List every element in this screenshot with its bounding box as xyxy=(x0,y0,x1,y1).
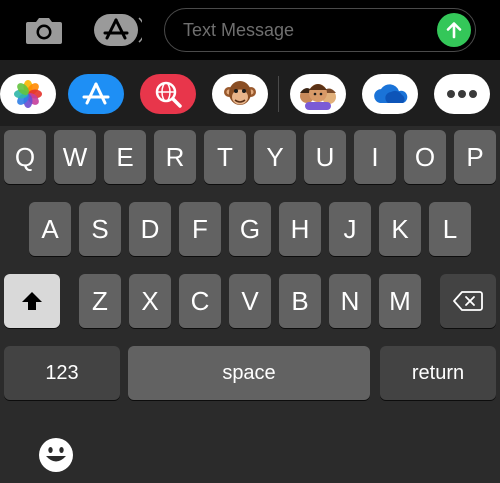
key-t[interactable]: T xyxy=(204,130,246,184)
more-apps-button[interactable] xyxy=(434,74,490,114)
memoji-app-button[interactable] xyxy=(212,74,268,114)
memoji-stickers-icon xyxy=(300,84,336,110)
app-store-app-button[interactable] xyxy=(68,74,124,114)
delete-icon xyxy=(453,291,483,311)
message-input[interactable] xyxy=(181,9,425,52)
message-field[interactable] xyxy=(164,8,476,52)
memoji-stickers-app-button[interactable] xyxy=(290,74,346,114)
key-z[interactable]: Z xyxy=(79,274,121,328)
key-i[interactable]: I xyxy=(354,130,396,184)
delete-key[interactable] xyxy=(440,274,496,328)
key-p[interactable]: P xyxy=(454,130,496,184)
monkey-memoji-icon xyxy=(224,81,256,105)
key-n[interactable]: N xyxy=(329,274,371,328)
key-w[interactable]: W xyxy=(54,130,96,184)
key-f[interactable]: F xyxy=(179,202,221,256)
key-v[interactable]: V xyxy=(229,274,271,328)
key-l[interactable]: L xyxy=(429,202,471,256)
photos-app-button[interactable] xyxy=(0,74,56,114)
space-key[interactable]: space xyxy=(128,346,370,400)
key-s[interactable]: S xyxy=(79,202,121,256)
key-x[interactable]: X xyxy=(129,274,171,328)
return-key[interactable]: return xyxy=(380,346,496,400)
key-q[interactable]: Q xyxy=(4,130,46,184)
emoji-icon xyxy=(39,438,73,472)
key-a[interactable]: A xyxy=(29,202,71,256)
apps-toggle-button[interactable] xyxy=(92,11,142,49)
key-u[interactable]: U xyxy=(304,130,346,184)
key-e[interactable]: E xyxy=(104,130,146,184)
onedrive-icon xyxy=(374,84,408,103)
apps-divider xyxy=(278,76,279,112)
key-j[interactable]: J xyxy=(329,202,371,256)
key-d[interactable]: D xyxy=(129,202,171,256)
key-m[interactable]: M xyxy=(379,274,421,328)
shift-key[interactable] xyxy=(4,274,60,328)
shift-arrow-icon xyxy=(22,292,42,310)
app-store-icon xyxy=(94,14,142,46)
key-g[interactable]: G xyxy=(229,202,271,256)
send-button[interactable] xyxy=(437,13,471,47)
key-h[interactable]: H xyxy=(279,202,321,256)
key-y[interactable]: Y xyxy=(254,130,296,184)
numbers-key[interactable]: 123 xyxy=(4,346,120,400)
key-b[interactable]: B xyxy=(279,274,321,328)
key-k[interactable]: K xyxy=(379,202,421,256)
more-icon xyxy=(447,90,477,98)
key-r[interactable]: R xyxy=(154,130,196,184)
camera-icon xyxy=(26,18,62,44)
app-store-icon xyxy=(82,82,110,105)
key-c[interactable]: C xyxy=(179,274,221,328)
key-o[interactable]: O xyxy=(404,130,446,184)
web-search-icon xyxy=(155,81,182,108)
photos-icon xyxy=(14,80,42,108)
camera-button[interactable] xyxy=(22,12,66,48)
web-search-app-button[interactable] xyxy=(140,74,196,114)
arrow-up-icon xyxy=(446,22,462,39)
message-toolbar xyxy=(0,0,500,60)
onedrive-app-button[interactable] xyxy=(362,74,418,114)
emoji-button[interactable] xyxy=(36,435,76,475)
